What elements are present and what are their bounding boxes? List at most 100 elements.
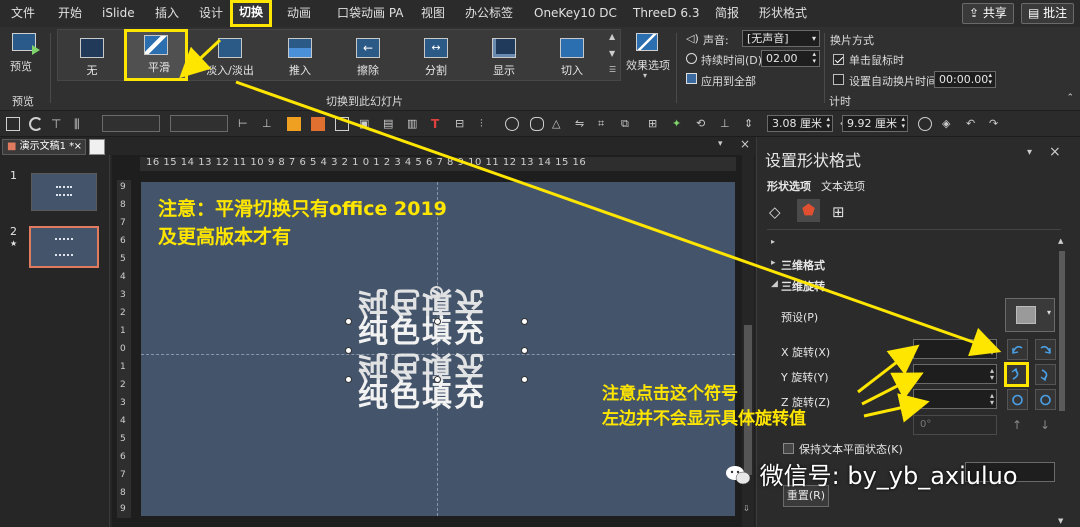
align-top-icon[interactable]: ⊤ — [51, 117, 65, 131]
grid-icon[interactable]: ⊞ — [648, 117, 662, 131]
preset-dropdown[interactable]: ▾ — [1005, 298, 1055, 332]
crop-icon[interactable]: ⌗ — [598, 117, 612, 131]
close-icon[interactable]: × — [1049, 144, 1061, 160]
shape-width-input[interactable]: 3.08 厘米 ▴ ▾ — [767, 115, 833, 132]
tab-view[interactable]: 视图 — [421, 0, 445, 27]
font-size-box[interactable] — [170, 115, 228, 132]
format-painter-icon[interactable]: ◈ — [942, 117, 956, 131]
pane-options-icon[interactable]: ▾ — [1027, 147, 1032, 158]
new-tab-button[interactable] — [89, 139, 105, 155]
perspective-down-icon[interactable]: ↓ — [1040, 418, 1050, 432]
close-icon[interactable]: × — [74, 140, 82, 154]
distribute-h-icon[interactable]: ▥ — [407, 117, 421, 131]
fill-color-icon[interactable] — [287, 117, 301, 131]
size-properties-icon[interactable]: ⊞ — [832, 203, 845, 221]
x-rotation-input[interactable]: ▴ ▾ — [913, 339, 997, 359]
effect-options-button[interactable]: 效果选项 ▾ — [624, 31, 670, 80]
text-color-icon[interactable]: T — [431, 117, 445, 131]
align-bottom-icon[interactable]: ⊥ — [720, 117, 734, 131]
shape-height-input[interactable]: 9.92 厘米 ▴ ▾ — [842, 115, 908, 132]
tab-pocket-animation[interactable]: 口袋动画 PA — [337, 0, 404, 27]
chevron-right-icon[interactable]: ▸ — [771, 258, 776, 268]
resize-handle[interactable] — [521, 318, 528, 325]
align-center-icon[interactable]: ⊥ — [262, 117, 276, 131]
collapsed-section-icon[interactable]: ▸ — [771, 237, 775, 246]
transition-cut[interactable]: 切入 — [540, 32, 604, 80]
distribute-icon[interactable]: ⫼ — [74, 117, 88, 131]
transition-wipe[interactable]: ← 擦除 — [336, 32, 400, 80]
group-icon[interactable]: ▣ — [359, 117, 373, 131]
tab-transitions[interactable]: 切换 — [230, 0, 273, 27]
select-pane-icon[interactable] — [6, 117, 20, 131]
rotate-right-icon[interactable]: ↷ — [989, 117, 1003, 131]
outline-color-icon[interactable] — [311, 117, 325, 131]
triangle-icon[interactable]: △ — [552, 117, 566, 131]
z-rotate-ccw-button[interactable] — [1007, 389, 1028, 410]
transition-push[interactable]: 推入 — [268, 32, 332, 80]
resize-handle[interactable] — [345, 318, 352, 325]
comments-button[interactable]: ▤ 批注 — [1021, 3, 1075, 24]
after-time-checkbox[interactable] — [833, 74, 844, 85]
merge-shapes-icon[interactable] — [505, 117, 519, 131]
transition-none[interactable]: 无 — [60, 32, 124, 80]
tab-onekey[interactable]: OneKey10 DC — [534, 0, 617, 27]
sound-select[interactable]: [无声音] ▾ — [742, 30, 820, 47]
tab-shape-format[interactable]: 形状格式 — [759, 0, 807, 27]
font-name-box[interactable] — [102, 115, 160, 132]
perspective-up-icon[interactable]: ↑ — [1012, 418, 1022, 432]
tab-home[interactable]: 开始 — [58, 0, 82, 27]
doc-tab[interactable]: ■ 演示文稿1 * × — [2, 139, 86, 155]
scroll-down-icon[interactable]: ⇩ — [743, 504, 750, 513]
transition-split[interactable]: ↔ 分割 — [404, 32, 468, 80]
gallery-scroll-down[interactable]: ▼ — [609, 49, 619, 58]
align-middle-icon[interactable]: ⊟ — [455, 117, 469, 131]
tab-threed[interactable]: ThreeD 6.3 — [633, 0, 700, 27]
collapse-ribbon-icon[interactable]: ⌃ — [1066, 93, 1074, 103]
resize-handle[interactable] — [434, 318, 441, 325]
gallery-scroll-up[interactable]: ▲ — [609, 32, 619, 41]
tab-islide[interactable]: iSlide — [102, 0, 135, 27]
scroll-thumb[interactable] — [1059, 251, 1065, 411]
resize-handle[interactable] — [434, 376, 441, 383]
layer-icon[interactable]: ⧉ — [621, 117, 635, 131]
keep-text-flat-checkbox[interactable] — [783, 443, 794, 454]
section-3d-format[interactable]: 三维格式 — [781, 257, 825, 273]
duration-input[interactable]: 02.00 ▴ ▾ — [761, 50, 820, 67]
transition-morph[interactable]: 平滑 — [124, 29, 188, 81]
rotate-icon[interactable] — [29, 117, 43, 131]
x-rotate-left-button[interactable] — [1007, 339, 1028, 360]
sync-icon[interactable]: ⟲ — [696, 117, 710, 131]
flip-icon[interactable]: ⇋ — [575, 117, 589, 131]
gallery-expand[interactable]: ☰ — [609, 65, 619, 74]
chevron-down-icon[interactable]: ◢ — [771, 279, 778, 289]
rotated-text-shape[interactable]: 纯色填充 纯色填充 纯色填充 纯色填充 — [350, 284, 525, 416]
magic-icon[interactable]: ✦ — [672, 117, 686, 131]
tab-design[interactable]: 设计 — [199, 0, 223, 27]
effects-icon[interactable]: ⬟ — [797, 199, 820, 222]
transition-fade[interactable]: 淡入/淡出 — [198, 32, 262, 80]
y-rotate-down-button[interactable] — [1035, 364, 1056, 385]
shape-icon[interactable] — [335, 117, 349, 131]
scroll-down-icon[interactable]: ▼ — [1058, 517, 1063, 525]
arrange-icon[interactable]: ▤ — [383, 117, 397, 131]
tab-shape-options[interactable]: 形状选项 — [767, 178, 811, 194]
close-doc-icon[interactable]: × — [740, 137, 750, 151]
y-rotate-up-button[interactable] — [1004, 362, 1029, 387]
tab-file[interactable]: 文件 — [11, 0, 35, 27]
y-rotation-input[interactable]: ▴ ▾ — [913, 364, 997, 384]
tab-office-tags[interactable]: 办公标签 — [465, 0, 513, 27]
union-icon[interactable] — [530, 117, 544, 131]
rotate-left-icon[interactable]: ↶ — [966, 117, 980, 131]
on-click-checkbox[interactable] — [833, 54, 844, 65]
pane-scrollbar[interactable]: ▲ ▼ — [1057, 237, 1067, 527]
share-button[interactable]: ⇪ 共享 — [962, 3, 1014, 24]
resize-handle[interactable] — [345, 347, 352, 354]
scroll-thumb[interactable] — [744, 325, 752, 475]
distribute-v-icon[interactable]: ⫶ — [480, 117, 494, 131]
resize-handle[interactable] — [345, 376, 352, 383]
resize-handle[interactable] — [521, 347, 528, 354]
edit-points-icon[interactable] — [918, 117, 932, 131]
tab-animations[interactable]: 动画 — [287, 0, 311, 27]
transition-reveal[interactable]: 显示 — [472, 32, 536, 80]
tab-brief[interactable]: 简报 — [715, 0, 739, 27]
